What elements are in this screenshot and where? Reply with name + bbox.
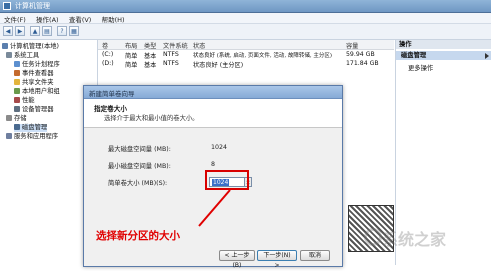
min-space-value: 8 bbox=[211, 161, 216, 168]
column-volume[interactable]: 卷 bbox=[102, 41, 108, 50]
column-layout[interactable]: 布局 bbox=[125, 41, 137, 50]
column-type[interactable]: 类型 bbox=[144, 41, 156, 50]
users-icon bbox=[14, 88, 20, 94]
device-icon bbox=[14, 106, 20, 112]
watermark: 系统之家 bbox=[382, 230, 447, 249]
menu-help[interactable]: 帮助(H) bbox=[98, 13, 129, 24]
back-icon[interactable]: ◀ bbox=[3, 26, 13, 36]
tree-item-storage[interactable]: 存储 bbox=[6, 115, 27, 123]
disk-icon bbox=[14, 124, 20, 130]
column-filesystem[interactable]: 文件系统 bbox=[163, 41, 188, 50]
up-folder-icon[interactable]: ▲ bbox=[30, 26, 40, 36]
tools-icon bbox=[6, 52, 12, 58]
show-hide-tree-icon[interactable]: ▤ bbox=[42, 26, 52, 36]
menu-file[interactable]: 文件(F) bbox=[0, 13, 30, 24]
menu-view[interactable]: 查看(V) bbox=[65, 13, 96, 24]
column-capacity[interactable]: 容量 bbox=[346, 41, 358, 50]
new-simple-volume-wizard: 新建简单卷向导 指定卷大小 选择介于最大和最小值的卷大小。 最大磁盘空间量 (M… bbox=[83, 85, 343, 269]
max-space-value: 1024 bbox=[211, 144, 228, 151]
tree-root[interactable]: 计算机管理(本地) bbox=[2, 43, 59, 51]
tree-item-system-tools[interactable]: 系统工具 bbox=[6, 52, 39, 60]
properties-icon[interactable]: ▦ bbox=[69, 26, 79, 36]
computer-icon bbox=[2, 43, 8, 49]
tree-item-device-manager[interactable]: 设备管理器 bbox=[14, 106, 53, 114]
volume-row[interactable]: (C:) 简单 基本 NTFS 状态良好 (系统, 启动, 页面文件, 活动, … bbox=[98, 51, 394, 60]
actions-header: 操作 bbox=[396, 40, 491, 49]
computer-management-icon bbox=[3, 2, 11, 10]
wizard-heading: 指定卷大小 bbox=[94, 105, 127, 113]
tree-item-event-viewer[interactable]: 事件查看器 bbox=[14, 70, 53, 78]
wizard-subheading: 选择介于最大和最小值的卷大小。 bbox=[104, 115, 199, 122]
wizard-header: 指定卷大小 选择介于最大和最小值的卷大小。 bbox=[84, 99, 342, 128]
next-button[interactable]: 下一步(N) > bbox=[257, 250, 297, 269]
max-space-label: 最大磁盘空间量 (MB): bbox=[108, 146, 171, 153]
window-title: 计算机管理 bbox=[15, 2, 50, 10]
min-space-label: 最小磁盘空间量 (MB): bbox=[108, 163, 171, 170]
folder-icon bbox=[14, 79, 20, 85]
tree-item-task-scheduler[interactable]: 任务计划程序 bbox=[14, 61, 60, 69]
event-log-icon bbox=[14, 70, 20, 76]
tree-item-local-users[interactable]: 本地用户和组 bbox=[14, 88, 60, 96]
wizard-title: 新建简单卷向导 bbox=[89, 90, 135, 98]
volume-list-header: 卷 布局 类型 文件系统 状态 容量 bbox=[98, 40, 394, 50]
cancel-button[interactable]: 取消 bbox=[300, 250, 330, 261]
window-titlebar: 计算机管理 bbox=[0, 0, 491, 13]
storage-icon bbox=[6, 115, 12, 121]
actions-section-disk-management[interactable]: 磁盘管理 bbox=[396, 51, 491, 60]
more-actions-link[interactable]: 更多操作 bbox=[408, 63, 433, 72]
back-button[interactable]: < 上一步(B) bbox=[219, 250, 255, 269]
tree-item-shared-folders[interactable]: 共享文件夹 bbox=[14, 79, 53, 87]
column-status[interactable]: 状态 bbox=[193, 41, 205, 50]
performance-icon bbox=[14, 97, 20, 103]
wizard-titlebar: 新建简单卷向导 bbox=[84, 86, 342, 99]
volume-size-label: 简单卷大小 (MB)(S): bbox=[108, 180, 168, 187]
menu-action[interactable]: 操作(A) bbox=[32, 13, 63, 24]
tree-item-performance[interactable]: 性能 bbox=[14, 97, 35, 105]
annotation-text: 选择新分区的大小 bbox=[96, 230, 180, 242]
collapse-arrow-icon[interactable] bbox=[485, 53, 489, 59]
tree-item-services-apps[interactable]: 服务和应用程序 bbox=[6, 133, 58, 141]
tree-item-disk-management[interactable]: 磁盘管理 bbox=[14, 124, 48, 132]
clock-icon bbox=[14, 61, 20, 67]
menubar: 文件(F) 操作(A) 查看(V) 帮助(H) bbox=[0, 13, 491, 24]
help-icon[interactable]: ? bbox=[57, 26, 67, 36]
watermark-logo-icon bbox=[364, 228, 382, 246]
forward-icon[interactable]: ▶ bbox=[15, 26, 25, 36]
volume-row[interactable]: (D:) 简单 基本 NTFS 状态良好 (主分区) 171.84 GB bbox=[98, 60, 394, 69]
services-icon bbox=[6, 133, 12, 139]
toolbar: ◀ ▶ ▲ ▤ ? ▦ bbox=[0, 24, 491, 40]
annotation-highlight-box bbox=[205, 170, 249, 190]
